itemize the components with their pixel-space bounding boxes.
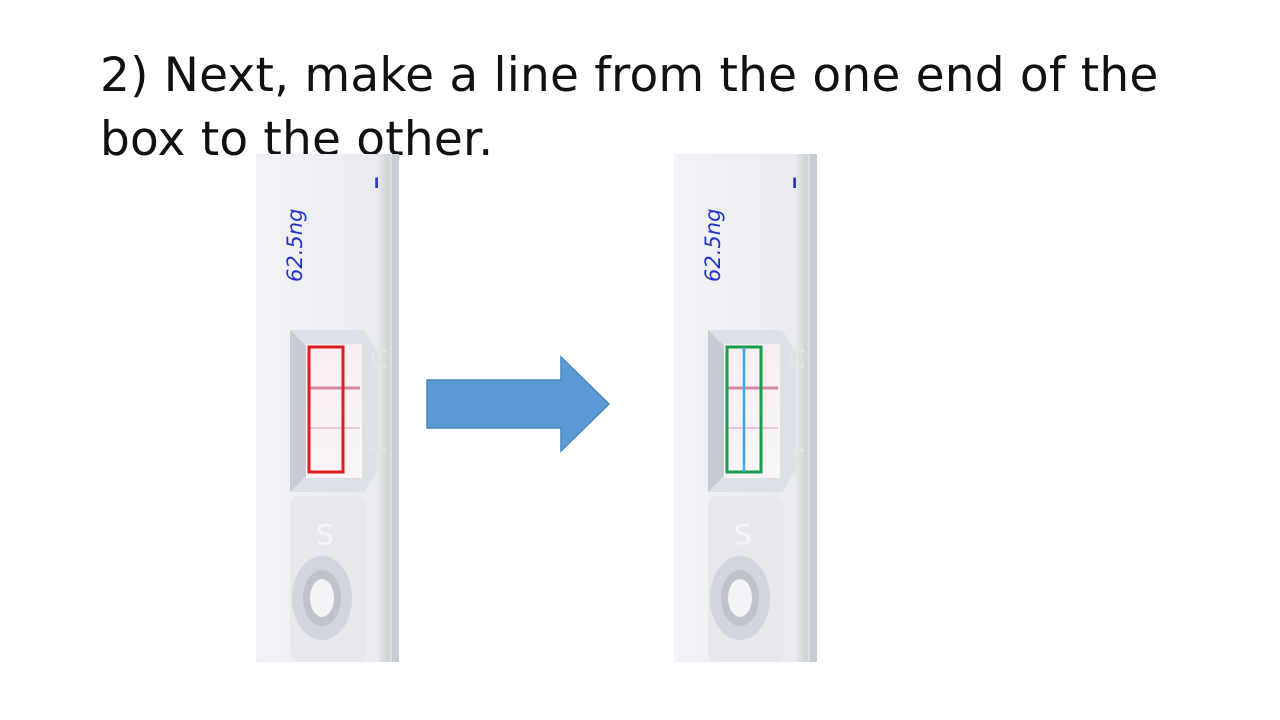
test-strip-after: 62.5ng I C T S (674, 154, 817, 662)
sample-letter: S (734, 518, 752, 551)
right-arrow (426, 355, 611, 453)
sample-letter: S (316, 518, 334, 551)
strip-handwritten-label: 62.5ng (283, 209, 307, 282)
strip-handwritten-mark: I (792, 176, 797, 192)
test-strip-before: 62.5ng I C T S (256, 154, 399, 662)
control-letter: C (370, 345, 388, 375)
strip-handwritten-mark: I (374, 176, 379, 192)
test-letter: T (369, 445, 386, 475)
arrow-shape (426, 355, 611, 453)
slide-title: 2) Next, make a line from the one end of… (100, 48, 1159, 167)
strip-handwritten-label: 62.5ng (701, 209, 725, 282)
result-window (306, 344, 362, 478)
test-letter: T (787, 445, 804, 475)
control-letter: C (788, 345, 806, 375)
result-window (724, 344, 780, 478)
